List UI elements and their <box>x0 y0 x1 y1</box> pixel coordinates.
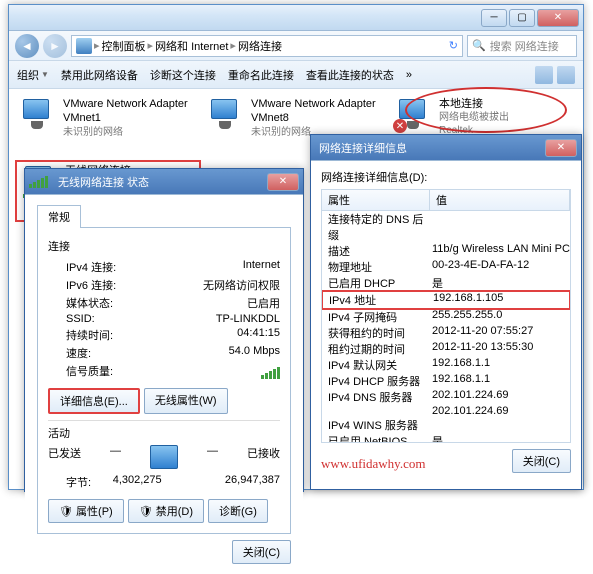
rename-button[interactable]: 重命名此连接 <box>228 67 294 83</box>
signal-bars <box>261 363 280 379</box>
details-dialog: 网络连接详细信息 ✕ 网络连接详细信息(D): 属性 值 连接特定的 DNS 后… <box>310 134 582 490</box>
help-icon[interactable] <box>557 66 575 84</box>
explorer-titlebar: ─ ▢ ✕ <box>9 5 583 31</box>
close-button[interactable]: ✕ <box>537 9 579 27</box>
details-titlebar: 网络连接详细信息 ✕ <box>311 135 581 161</box>
table-row[interactable]: 物理地址00-23-4E-DA-FA-12 <box>322 259 570 275</box>
close-button[interactable]: 关闭(C) <box>232 540 291 564</box>
nav-bar: ◄ ► ▸ 控制面板 ▸ 网络和 Internet ▸ 网络连接 ↻ 🔍 搜索 … <box>9 31 583 61</box>
table-row[interactable]: IPv4 WINS 服务器 <box>322 417 570 433</box>
minimize-button[interactable]: ─ <box>481 9 507 27</box>
table-row[interactable]: IPv4 DNS 服务器202.101.224.69 <box>322 389 570 405</box>
disable-button[interactable]: 🛡 禁用(D) <box>128 499 204 523</box>
table-row[interactable]: 已启用 NetBIOS ove...是 <box>322 433 570 443</box>
wireless-props-button[interactable]: 无线属性(W) <box>144 388 228 414</box>
table-row[interactable]: 已启用 DHCP是 <box>322 275 570 291</box>
pc-icon <box>150 445 178 469</box>
breadcrumb[interactable]: ▸ 控制面板 ▸ 网络和 Internet ▸ 网络连接 ↻ <box>71 35 463 57</box>
back-button[interactable]: ◄ <box>15 34 39 58</box>
table-row[interactable]: IPv4 子网掩码255.255.255.0 <box>322 309 570 325</box>
status-titlebar: 无线网络连接 状态 ✕ <box>25 169 303 195</box>
toolbar: 组织▼ 禁用此网络设备 诊断这个连接 重命名此连接 查看此连接的状态 » <box>9 61 583 89</box>
organize-menu[interactable]: 组织▼ <box>17 67 49 83</box>
table-row[interactable]: IPv4 DHCP 服务器192.168.1.1 <box>322 373 570 389</box>
signal-icon <box>29 176 48 188</box>
crumb-seg[interactable]: 网络连接 <box>238 38 282 54</box>
connection-header: 连接 <box>48 238 280 254</box>
table-row[interactable]: 描述11b/g Wireless LAN Mini PCI Ex <box>322 243 570 259</box>
close-button[interactable]: ✕ <box>545 139 577 157</box>
table-row[interactable]: IPv4 默认网关192.168.1.1 <box>322 357 570 373</box>
refresh-icon[interactable]: ↻ <box>449 39 458 52</box>
table-row[interactable]: 租约过期的时间2012-11-20 13:55:30 <box>322 341 570 357</box>
maximize-button[interactable]: ▢ <box>509 9 535 27</box>
table-row[interactable]: 202.101.224.69 <box>322 405 570 417</box>
details-button[interactable]: 详细信息(E)... <box>48 388 140 414</box>
table-row[interactable]: 获得租约的时间2012-11-20 07:55:27 <box>322 325 570 341</box>
forward-button[interactable]: ► <box>43 34 67 58</box>
details-table: 属性 值 连接特定的 DNS 后缀描述11b/g Wireless LAN Mi… <box>321 189 571 443</box>
diagnose-button[interactable]: 诊断(G) <box>208 499 268 523</box>
watermark: www.ufidawhy.com <box>321 456 425 472</box>
view-status-button[interactable]: 查看此连接的状态 <box>306 67 394 83</box>
view-icon[interactable] <box>535 66 553 84</box>
search-icon: 🔍 <box>472 39 486 52</box>
crumb-seg[interactable]: 控制面板 <box>102 38 146 54</box>
tab-general[interactable]: 常规 <box>37 205 81 228</box>
diagnose-button[interactable]: 诊断这个连接 <box>150 67 216 83</box>
activity-header: 活动 <box>48 425 280 441</box>
details-desc: 网络连接详细信息(D): <box>321 169 571 185</box>
properties-button[interactable]: 🛡 属性(P) <box>48 499 124 523</box>
status-dialog: 无线网络连接 状态 ✕ 常规 连接 IPv4 连接:Internet IPv6 … <box>24 168 304 492</box>
table-row[interactable]: 连接特定的 DNS 后缀 <box>322 211 570 243</box>
col-value[interactable]: 值 <box>430 190 570 210</box>
close-button[interactable]: 关闭(C) <box>512 449 571 473</box>
close-button[interactable]: ✕ <box>267 173 299 191</box>
disconnected-icon: ✕ <box>393 119 407 133</box>
disable-device-button[interactable]: 禁用此网络设备 <box>61 67 138 83</box>
search-input[interactable]: 🔍 搜索 网络连接 <box>467 35 577 57</box>
control-panel-icon <box>76 38 92 54</box>
col-property[interactable]: 属性 <box>322 190 430 210</box>
adapter-vmnet1[interactable]: VMware Network Adapter VMnet1 未识别的网络 <box>15 95 195 152</box>
table-row[interactable]: IPv4 地址192.168.1.105 <box>321 290 571 310</box>
more-menu[interactable]: » <box>406 69 412 81</box>
crumb-seg[interactable]: 网络和 Internet <box>155 38 228 54</box>
